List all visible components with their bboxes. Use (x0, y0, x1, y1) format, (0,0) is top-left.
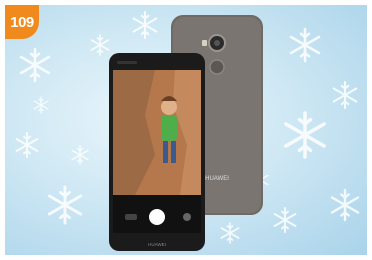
fingerprint-sensor-icon (209, 59, 225, 75)
huawei-phones: HUAWEI HUAWEI (109, 15, 263, 251)
badge-number: 109 (10, 13, 34, 31)
product-image-frame: HUAWEI HUAWEI 109 (5, 5, 367, 255)
front-brand-logo: HUAWEI (148, 242, 166, 247)
shutter-button-icon (149, 209, 165, 225)
bottom-border (0, 255, 372, 260)
item-number-badge: 109 (5, 5, 39, 39)
phone-front-view: HUAWEI (109, 53, 205, 251)
brand-logo: HUAWEI (205, 176, 229, 182)
